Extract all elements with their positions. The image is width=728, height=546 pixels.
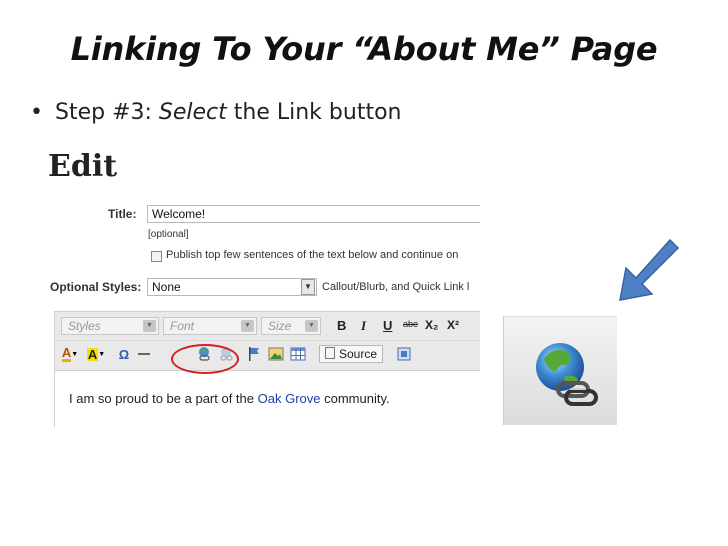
styles-combo-label: Styles — [68, 319, 101, 333]
slide-title: Linking To Your “About Me” Page — [70, 30, 658, 68]
highlight-circle — [171, 344, 239, 374]
link-icon — [530, 337, 606, 418]
optional-styles-label: Optional Styles: — [50, 280, 142, 294]
step-bullet: • Step #3: Select the Link button — [30, 100, 401, 125]
font-combo[interactable]: Font ▼ — [163, 317, 257, 335]
source-button[interactable]: Source — [319, 345, 384, 363]
editor-content-area[interactable]: I am so proud to be a part of the Oak Gr… — [55, 370, 480, 427]
anchor-flag-icon[interactable] — [245, 345, 263, 363]
rich-text-editor: Styles ▼ Font ▼ Size ▼ B I U abe X₂ X² A ▼ A… — [54, 311, 480, 427]
edit-heading: Edit — [48, 149, 118, 184]
background-color-icon[interactable]: A ▼ — [86, 345, 105, 363]
body-text-after: community. — [320, 391, 390, 406]
title-field[interactable]: Welcome! — [147, 205, 480, 223]
chevron-down-icon[interactable]: ▼ — [301, 279, 315, 295]
italic-button[interactable]: I — [361, 318, 366, 334]
publish-checkbox-label: Publish top few sentences of the text be… — [166, 249, 459, 261]
optional-styles-select[interactable]: None — [147, 278, 317, 296]
superscript-button[interactable]: X² — [447, 318, 459, 332]
maximize-icon[interactable] — [395, 345, 413, 363]
underline-button[interactable]: U — [383, 318, 392, 333]
bold-button[interactable]: B — [337, 318, 346, 333]
bullet-dot: • — [30, 100, 43, 125]
body-text-link[interactable]: Oak Grove — [258, 391, 321, 406]
publish-checkbox[interactable] — [151, 251, 162, 262]
size-combo-label: Size — [268, 319, 292, 333]
body-text-before: I am so proud to be a part of the — [69, 391, 258, 406]
font-combo-label: Font — [170, 319, 195, 333]
optional-note: [optional] — [148, 229, 189, 240]
title-label: Title: — [108, 207, 137, 221]
toolbar-row-1: Styles ▼ Font ▼ Size ▼ B I U abe X₂ X² — [55, 312, 480, 340]
editor-screenshot: Edit Title: Welcome! [optional] Publish … — [44, 145, 480, 427]
optional-styles-value: None — [152, 280, 181, 294]
chevron-down-icon: ▼ — [143, 320, 156, 332]
bullet-emphasis: Select — [158, 100, 227, 125]
link-icon-zoom-panel — [503, 316, 617, 425]
toolbar-row-2: A ▼ A ▼ Ω Source — [55, 340, 480, 369]
bullet-prefix: Step #3: — [54, 100, 159, 125]
editor-body-text: I am so proud to be a part of the Oak Gr… — [69, 391, 390, 406]
horizontal-rule-icon[interactable] — [135, 345, 153, 363]
source-icon — [325, 347, 335, 359]
text-color-icon[interactable]: A ▼ — [61, 345, 79, 363]
subscript-button[interactable]: X₂ — [425, 318, 438, 332]
strikethrough-button[interactable]: abe — [403, 319, 418, 329]
image-icon[interactable] — [267, 345, 285, 363]
omega-icon[interactable]: Ω — [115, 345, 133, 363]
optional-styles-hint: Callout/Blurb, and Quick Link l — [322, 281, 470, 293]
size-combo[interactable]: Size ▼ — [261, 317, 321, 335]
source-button-label: Source — [339, 347, 378, 361]
bullet-suffix: the Link button — [226, 100, 402, 125]
chevron-down-icon: ▼ — [241, 320, 254, 332]
pointing-arrow-icon — [619, 238, 680, 301]
table-icon[interactable] — [289, 345, 307, 363]
chevron-down-icon: ▼ — [305, 320, 318, 332]
styles-combo[interactable]: Styles ▼ — [61, 317, 159, 335]
